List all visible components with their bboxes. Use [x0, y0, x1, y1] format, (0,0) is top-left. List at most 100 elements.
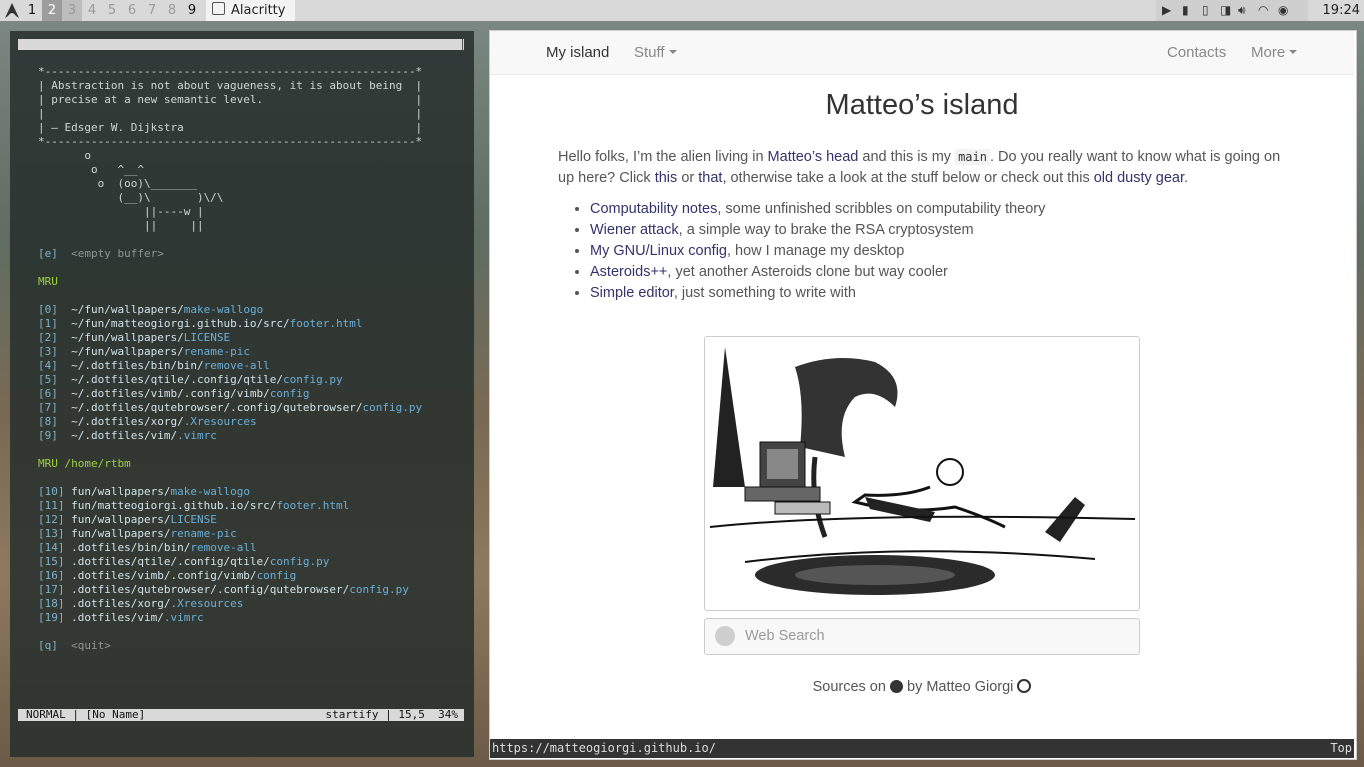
simple-editor-link[interactable]: Simple editor: [590, 285, 674, 301]
mru-entry[interactable]: [9] ~/.dotfiles/vim/.vimrc: [38, 429, 217, 443]
entry-index: [0]: [38, 303, 58, 316]
nav-contacts[interactable]: Contacts: [1167, 44, 1226, 61]
workspace-6[interactable]: 6: [122, 0, 142, 21]
mru-entry[interactable]: [13] fun/wallpapers/rename-pic: [38, 527, 237, 541]
mru-entry[interactable]: [14] .dotfiles/bin/bin/remove-all: [38, 541, 257, 555]
nav-more-label: More: [1251, 44, 1286, 61]
entry-index: [9]: [38, 429, 58, 442]
globe-icon: [715, 626, 735, 646]
url-statusbar: https://matteogiorgi.github.io/ Top: [490, 739, 1354, 758]
workspace-5[interactable]: 5: [102, 0, 122, 21]
terminal-window[interactable]: *---------------------------------------…: [10, 31, 474, 757]
entry-file: .vimrc: [163, 611, 204, 624]
mru-entry[interactable]: [11] fun/matteogiorgi.github.io/src/foot…: [38, 499, 349, 513]
mru-entry[interactable]: [8] ~/.dotfiles/xorg/.Xresources: [38, 415, 257, 429]
item-description: , some unfinished scribbles on computabi…: [717, 201, 1046, 217]
github-icon[interactable]: [889, 680, 903, 693]
entry-file: make-wallogo: [170, 485, 250, 498]
mru-entry[interactable]: [6] ~/.dotfiles/vimb/.config/vimb/config: [38, 387, 310, 401]
mru-entry[interactable]: [10] fun/wallpapers/make-wallogo: [38, 485, 250, 499]
arch-logo-icon[interactable]: [2, 1, 22, 20]
wiener-attack-link[interactable]: Wiener attack: [590, 222, 679, 238]
quote-line: | – Edsger W. Dijkstra |: [38, 121, 422, 135]
mru-entry[interactable]: [18] .dotfiles/xorg/.Xresources: [38, 597, 243, 611]
entry-path: ~/.dotfiles/qutebrowser/.config/qutebrow…: [71, 401, 363, 414]
cow-line: o: [38, 149, 91, 163]
web-search-field[interactable]: Web Search: [704, 618, 1140, 655]
entry-file: rename-pic: [170, 527, 237, 540]
entry-path: .dotfiles/bin/bin/: [71, 541, 191, 554]
discord-icon[interactable]: ◉: [1278, 0, 1288, 21]
mru-entry[interactable]: [17] .dotfiles/qutebrowser/.config/quteb…: [38, 583, 409, 597]
entry-index: [1]: [38, 317, 58, 330]
workspace-2[interactable]: 2: [42, 0, 62, 21]
mru-entry[interactable]: [5] ~/.dotfiles/qtile/.config/qtile/conf…: [38, 373, 343, 387]
mru-entry[interactable]: [3] ~/fun/wallpapers/rename-pic: [38, 345, 250, 359]
entry-path: .dotfiles/vimb/.config/vimb/: [71, 569, 257, 582]
asteroids-link[interactable]: Asteroids++: [590, 264, 667, 280]
quit-entry[interactable]: [q] <quit>: [38, 639, 111, 653]
nav-brand[interactable]: My island: [546, 44, 609, 61]
list-item: Computability notes, some unfinished scr…: [590, 199, 1290, 220]
entry-path: ~/fun/wallpapers/: [71, 345, 184, 358]
nav-stuff-dropdown[interactable]: Stuff: [634, 44, 677, 61]
intro-text: or: [677, 170, 699, 186]
cow-line-text: || ||: [38, 219, 204, 232]
quote-line-text: | – Edsger W. Dijkstra |: [38, 121, 423, 134]
list-item: My GNU/Linux config, how I manage my des…: [590, 241, 1290, 262]
mru-entry[interactable]: [4] ~/.dotfiles/bin/bin/remove-all: [38, 359, 270, 373]
this-link[interactable]: this: [655, 170, 678, 186]
mru-entry[interactable]: [19] .dotfiles/vim/.vimrc: [38, 611, 204, 625]
entry-path: ~/.dotfiles/vimb/.config/vimb/: [71, 387, 270, 400]
play-icon[interactable]: ▶: [1162, 0, 1171, 21]
status-right: startify | 15,5 34%: [325, 708, 458, 721]
quote-line: | Abstraction is not about vagueness, it…: [38, 79, 422, 93]
workspace-7[interactable]: 7: [142, 0, 162, 21]
mru-entry[interactable]: [2] ~/fun/wallpapers/LICENSE: [38, 331, 230, 345]
quote-line-text: | |: [38, 107, 423, 120]
entry-path: .dotfiles/qtile/.config/qtile/: [71, 555, 270, 568]
mru-entry[interactable]: [16] .dotfiles/vimb/.config/vimb/config: [38, 569, 296, 583]
browser-window: My island Stuff Contacts More Matteo’s i…: [489, 30, 1357, 760]
mru-home-heading: MRU /home/rtbm: [38, 457, 131, 470]
workspace-3[interactable]: 3: [62, 0, 82, 21]
battery-icon[interactable]: ▮: [1182, 0, 1189, 21]
entry-index: [10]: [38, 485, 65, 498]
mru-entry[interactable]: [0] ~/fun/wallpapers/make-wallogo: [38, 303, 263, 317]
old-dusty-gear-link[interactable]: old dusty gear: [1094, 170, 1184, 186]
phone-icon[interactable]: ▯: [1202, 0, 1209, 21]
workspace-8[interactable]: 8: [162, 0, 182, 21]
entry-file: remove-all: [190, 541, 257, 554]
entry-path: .dotfiles/qutebrowser/.config/qutebrowse…: [71, 583, 350, 596]
entry-path: ~/fun/matteogiorgi.github.io/src/: [71, 317, 290, 330]
mru-entry[interactable]: [7] ~/.dotfiles/qutebrowser/.config/qute…: [38, 401, 422, 415]
volume-icon[interactable]: 🔊︎: [1238, 0, 1246, 21]
entry-file: config.py: [349, 583, 409, 596]
intro-text: , otherwise take a look at the stuff bel…: [722, 170, 1094, 186]
cow-line-text: o ^__^: [38, 163, 144, 176]
page-title: Matteo’s island: [825, 89, 1019, 121]
notification-icon[interactable]: ◨: [1220, 0, 1231, 21]
mru-entry[interactable]: [1] ~/fun/matteogiorgi.github.io/src/foo…: [38, 317, 363, 331]
mru-entry[interactable]: [12] fun/wallpapers/LICENSE: [38, 513, 217, 527]
linux-config-link[interactable]: My GNU/Linux config: [590, 243, 727, 259]
wifi-icon[interactable]: ◠: [1258, 0, 1268, 21]
nav-stuff-label: Stuff: [634, 44, 665, 61]
computability-notes-link[interactable]: Computability notes: [590, 201, 717, 217]
entry-path: .dotfiles/vim/: [71, 611, 164, 624]
window-title[interactable]: Alacritty: [206, 0, 296, 21]
cow-line-text: ||----w |: [38, 205, 204, 218]
opencollective-icon[interactable]: [1017, 679, 1032, 693]
cow-line: || ||: [38, 219, 204, 233]
matteos-head-link[interactable]: Matteo’s head: [768, 149, 859, 165]
workspace-9[interactable]: 9: [182, 0, 202, 21]
workspace-1[interactable]: 1: [22, 0, 42, 21]
entry-index: [7]: [38, 401, 58, 414]
workspace-4[interactable]: 4: [82, 0, 102, 21]
that-link[interactable]: that: [698, 170, 722, 186]
empty-buffer-entry[interactable]: [e] <empty buffer>: [38, 247, 164, 261]
mru-entry[interactable]: [15] .dotfiles/qtile/.config/qtile/confi…: [38, 555, 329, 569]
nav-more-dropdown[interactable]: More: [1251, 44, 1298, 61]
cow-line: (__)\ )\/\: [38, 191, 223, 205]
footer: Sources on by Matteo Giorgi: [490, 679, 1354, 695]
